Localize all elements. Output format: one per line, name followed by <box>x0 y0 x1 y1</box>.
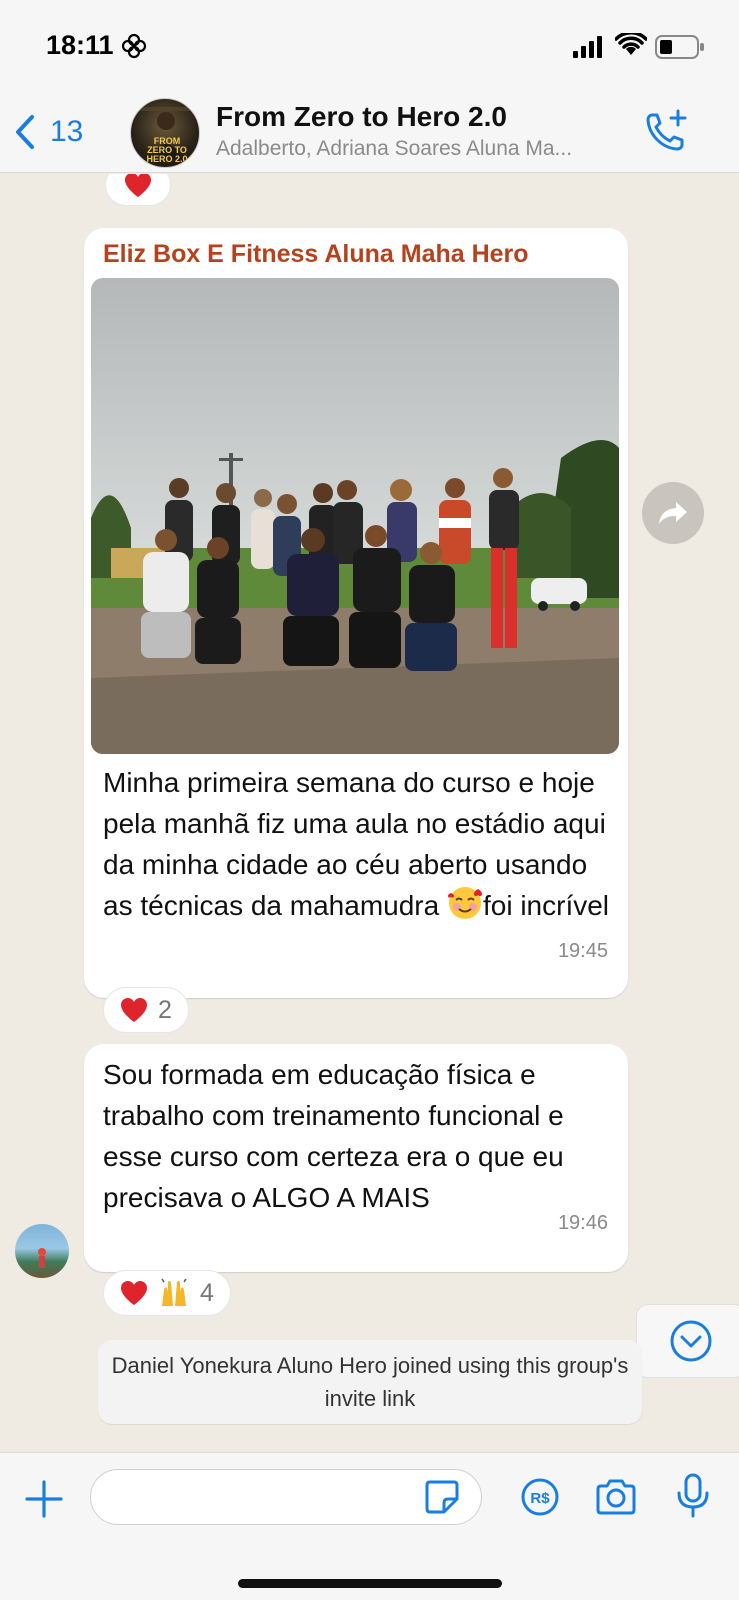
group-photo-image <box>91 278 619 754</box>
wifi-icon <box>615 33 647 55</box>
unread-count: 13 <box>50 115 84 148</box>
message-text: Sou formada em educação física e trabalh… <box>103 1059 564 1213</box>
chevron-down-icon <box>670 1320 712 1362</box>
message-timestamp: 19:46 <box>557 1212 608 1234</box>
sender-avatar-image <box>38 1248 46 1268</box>
message-text-part: foi incrível <box>482 890 610 921</box>
payment-button[interactable]: R$ <box>520 1477 560 1517</box>
attach-plus-button[interactable] <box>24 1479 64 1519</box>
status-time: 18:11 <box>46 30 114 60</box>
back-button[interactable]: 13 <box>14 107 94 157</box>
battery-icon <box>655 35 704 59</box>
smiling-face-with-hearts-icon <box>447 887 482 919</box>
message-bubble[interactable]: Eliz Box E Fitness Aluna Maha Hero Minha… <box>84 228 628 998</box>
svg-text:R$: R$ <box>530 1490 550 1507</box>
forward-button[interactable] <box>642 482 704 544</box>
chevron-left-icon <box>16 115 34 149</box>
microphone-button[interactable] <box>676 1473 710 1519</box>
raising-hands-icon <box>161 1278 187 1306</box>
group-title[interactable]: From Zero to Hero 2.0 <box>216 101 507 133</box>
home-indicator <box>238 1579 502 1588</box>
group-avatar[interactable]: FROM ZERO TO HERO 2.0 <box>130 98 200 168</box>
sender-name[interactable]: Eliz Box E Fitness Aluna Maha Hero <box>103 240 529 269</box>
reaction-heart[interactable] <box>105 174 171 206</box>
system-message: Daniel Yonekura Aluno Hero joined using … <box>98 1340 642 1424</box>
reaction-count: 2 <box>158 995 172 1024</box>
message-photo[interactable] <box>91 278 619 754</box>
camera-button[interactable] <box>594 1477 638 1517</box>
chat-area[interactable]: Eliz Box E Fitness Aluna Maha Hero Minha… <box>0 174 739 1452</box>
sticker-button[interactable] <box>424 1479 460 1515</box>
message-reactions[interactable]: 2 <box>103 987 189 1033</box>
add-call-button[interactable] <box>642 107 690 155</box>
reaction-count: 4 <box>200 1278 214 1307</box>
heart-icon <box>125 174 151 197</box>
message-timestamp: 19:45 <box>557 940 608 962</box>
forward-arrow-icon <box>659 502 687 524</box>
focus-mode-icon <box>121 33 147 59</box>
message-text: Minha primeira semana do curso e hoje pe… <box>103 762 613 926</box>
input-bar: R$ <box>0 1452 739 1600</box>
message-reactions[interactable]: 4 <box>103 1270 231 1316</box>
status-bar: 18:11 <box>0 0 739 95</box>
chat-header: 13 FROM ZERO TO HERO 2.0 From Zero to He… <box>0 95 739 173</box>
message-bubble[interactable]: Sou formada em educação física e trabalh… <box>84 1044 628 1272</box>
heart-icon <box>121 1281 147 1305</box>
sender-avatar[interactable] <box>15 1224 69 1278</box>
heart-icon <box>121 998 147 1022</box>
scroll-down-button[interactable] <box>636 1304 739 1378</box>
cellular-signal-icon <box>573 36 602 58</box>
group-members[interactable]: Adalberto, Adriana Soares Aluna Ma... <box>216 137 616 161</box>
group-avatar-logo-text: FROM ZERO TO HERO 2.0 <box>146 136 188 164</box>
